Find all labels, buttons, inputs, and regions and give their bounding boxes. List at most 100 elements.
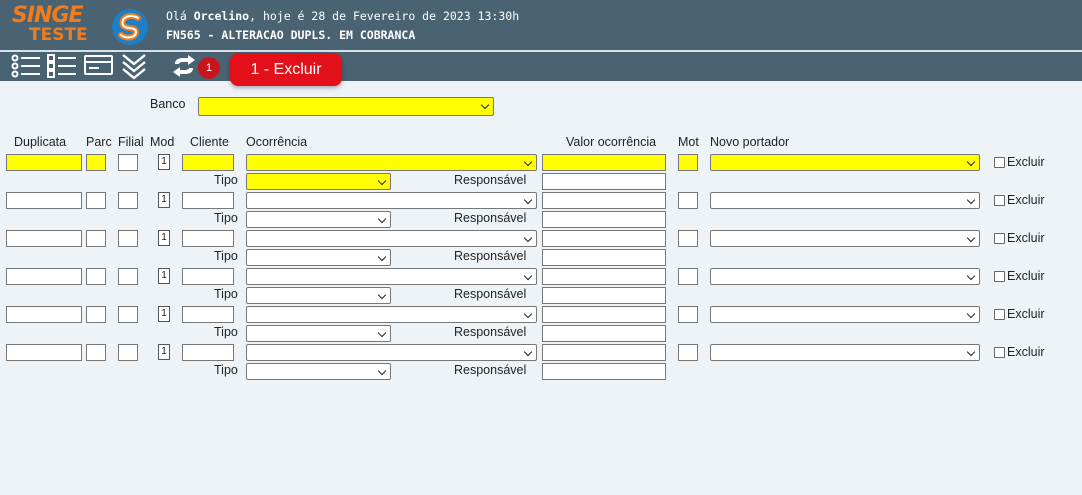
- cliente-input[interactable]: [182, 230, 234, 247]
- duplicata-input[interactable]: [6, 306, 82, 323]
- notification-badge[interactable]: 1: [198, 57, 220, 79]
- tipo-select[interactable]: [246, 287, 391, 304]
- excluir-checkbox[interactable]: [994, 347, 1005, 358]
- excluir-button[interactable]: 1 - Excluir: [230, 53, 342, 86]
- col-mod: Mod: [150, 135, 175, 149]
- parc-input[interactable]: [86, 192, 106, 209]
- screen-title: FN565 - ALTERACAO DUPLS. EM COBRANCA: [166, 28, 416, 42]
- responsavel-input[interactable]: [542, 363, 666, 380]
- responsavel-input[interactable]: [542, 287, 666, 304]
- novo-portador-select[interactable]: [710, 154, 980, 171]
- excluir-checkbox[interactable]: [994, 271, 1005, 282]
- mot-input[interactable]: [678, 154, 698, 171]
- ocorrencia-select[interactable]: [246, 192, 537, 209]
- col-mot: Mot: [678, 135, 699, 149]
- duplicata-input[interactable]: [6, 154, 82, 171]
- checklist-icon[interactable]: [46, 53, 78, 79]
- novo-portador-select[interactable]: [710, 268, 980, 285]
- tipo-select[interactable]: [246, 325, 391, 342]
- mod-field[interactable]: 1: [158, 154, 170, 170]
- tipo-select[interactable]: [246, 173, 391, 190]
- novo-portador-select[interactable]: [710, 344, 980, 361]
- ocorrencia-select[interactable]: [246, 268, 537, 285]
- ocorrencia-select[interactable]: [246, 230, 537, 247]
- double-chevron-down-icon[interactable]: [120, 53, 150, 81]
- list-icon[interactable]: [10, 53, 42, 79]
- responsavel-input[interactable]: [542, 173, 666, 190]
- filial-input[interactable]: [118, 192, 138, 209]
- valor-ocorrencia-input[interactable]: [542, 154, 666, 171]
- duplicata-input[interactable]: [6, 268, 82, 285]
- parc-input[interactable]: [86, 230, 106, 247]
- responsavel-input[interactable]: [542, 249, 666, 266]
- duplicata-input[interactable]: [6, 192, 82, 209]
- user-name: Orcelino: [193, 9, 250, 23]
- parc-input[interactable]: [86, 344, 106, 361]
- responsavel-label: Responsável: [454, 173, 527, 187]
- novo-portador-select[interactable]: [710, 192, 980, 209]
- cliente-input[interactable]: [182, 344, 234, 361]
- mot-input[interactable]: [678, 306, 698, 323]
- novo-portador-select[interactable]: [710, 306, 980, 323]
- cliente-input[interactable]: [182, 154, 234, 171]
- tipo-label: Tipo: [214, 249, 238, 263]
- cliente-input[interactable]: [182, 306, 234, 323]
- parc-input[interactable]: [86, 268, 106, 285]
- excluir-label: Excluir: [1007, 155, 1045, 169]
- mod-field[interactable]: 1: [158, 344, 170, 360]
- excluir-label: Excluir: [1007, 345, 1045, 359]
- mot-input[interactable]: [678, 230, 698, 247]
- valor-ocorrencia-input[interactable]: [542, 192, 666, 209]
- responsavel-input[interactable]: [542, 325, 666, 342]
- tipo-select[interactable]: [246, 363, 391, 380]
- novo-portador-select[interactable]: [710, 230, 980, 247]
- parc-input[interactable]: [86, 154, 106, 171]
- filial-input[interactable]: [118, 306, 138, 323]
- excluir-checkbox[interactable]: [994, 309, 1005, 320]
- col-parc: Parc: [86, 135, 112, 149]
- refresh-icon[interactable]: [170, 53, 198, 79]
- mod-field[interactable]: 1: [158, 268, 170, 284]
- duplicata-input[interactable]: [6, 230, 82, 247]
- tipo-select[interactable]: [246, 211, 391, 228]
- valor-ocorrencia-input[interactable]: [542, 306, 666, 323]
- card-icon[interactable]: [83, 53, 115, 79]
- app-header: [0, 0, 1082, 50]
- responsavel-label: Responsável: [454, 363, 527, 377]
- cliente-input[interactable]: [182, 268, 234, 285]
- excluir-checkbox[interactable]: [994, 195, 1005, 206]
- mod-field[interactable]: 1: [158, 306, 170, 322]
- parc-input[interactable]: [86, 306, 106, 323]
- filial-input[interactable]: [118, 154, 138, 171]
- banco-label: Banco: [150, 97, 186, 111]
- banco-select[interactable]: [198, 97, 494, 116]
- brand-logo-icon: [112, 9, 148, 45]
- cliente-input[interactable]: [182, 192, 234, 209]
- mod-field[interactable]: 1: [158, 192, 170, 208]
- tipo-label: Tipo: [214, 363, 238, 377]
- tipo-select[interactable]: [246, 249, 391, 266]
- responsavel-label: Responsável: [454, 211, 527, 225]
- excluir-checkbox[interactable]: [994, 157, 1005, 168]
- excluir-checkbox[interactable]: [994, 233, 1005, 244]
- responsavel-label: Responsável: [454, 249, 527, 263]
- mod-field[interactable]: 1: [158, 230, 170, 246]
- mot-input[interactable]: [678, 268, 698, 285]
- responsavel-label: Responsável: [454, 325, 527, 339]
- mot-input[interactable]: [678, 344, 698, 361]
- filial-input[interactable]: [118, 344, 138, 361]
- mot-input[interactable]: [678, 192, 698, 209]
- filial-input[interactable]: [118, 268, 138, 285]
- duplicata-input[interactable]: [6, 344, 82, 361]
- valor-ocorrencia-input[interactable]: [542, 344, 666, 361]
- responsavel-input[interactable]: [542, 211, 666, 228]
- ocorrencia-select[interactable]: [246, 306, 537, 323]
- valor-ocorrencia-input[interactable]: [542, 268, 666, 285]
- tipo-label: Tipo: [214, 211, 238, 225]
- ocorrencia-select[interactable]: [246, 344, 537, 361]
- ocorrencia-select[interactable]: [246, 154, 537, 171]
- responsavel-label: Responsável: [454, 287, 527, 301]
- valor-ocorrencia-input[interactable]: [542, 230, 666, 247]
- col-filial: Filial: [118, 135, 144, 149]
- filial-input[interactable]: [118, 230, 138, 247]
